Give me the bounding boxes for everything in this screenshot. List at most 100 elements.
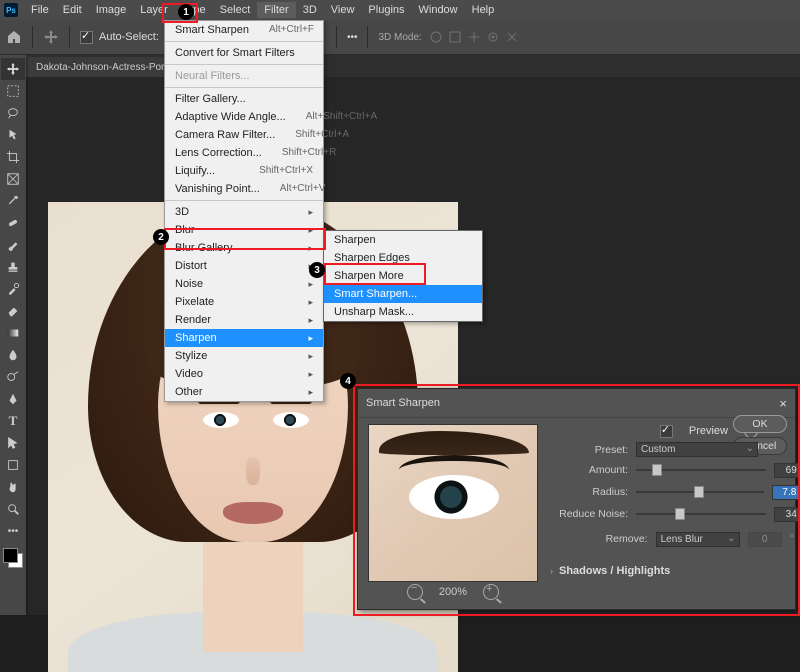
filter-other[interactable]: Other	[165, 383, 323, 401]
3d-icon[interactable]	[485, 29, 501, 45]
menu-window[interactable]: Window	[412, 2, 465, 18]
tool-pen[interactable]	[1, 388, 25, 410]
sharpen-sharpen[interactable]: Sharpen	[324, 231, 482, 249]
menu-edit[interactable]: Edit	[56, 2, 89, 18]
filter-gallery[interactable]: Filter Gallery...	[165, 90, 323, 108]
tool-move[interactable]	[1, 58, 25, 80]
sharpen-submenu: Sharpen Sharpen Edges Sharpen More Smart…	[323, 230, 483, 322]
menu-filter[interactable]: Filter	[257, 2, 295, 18]
filter-sharpen[interactable]: Sharpen	[165, 329, 323, 347]
toolbox: T •••	[0, 55, 26, 615]
tool-type[interactable]: T	[1, 410, 25, 432]
menu-select[interactable]: Select	[213, 2, 258, 18]
filter-stylize[interactable]: Stylize	[165, 347, 323, 365]
filter-vanishing[interactable]: Vanishing Point...Alt+Ctrl+V	[165, 180, 323, 198]
menu-plugins[interactable]: Plugins	[361, 2, 411, 18]
menu-bar: Ps File Edit Image Layer Type Select Fil…	[0, 0, 800, 20]
3d-icon[interactable]	[504, 29, 520, 45]
tool-dodge[interactable]	[1, 366, 25, 388]
tool-eraser[interactable]	[1, 300, 25, 322]
filter-lens-correction[interactable]: Lens Correction...Shift+Ctrl+R	[165, 144, 323, 162]
remove-label: Remove:	[570, 533, 648, 545]
tool-stamp[interactable]	[1, 256, 25, 278]
tool-marquee[interactable]	[1, 80, 25, 102]
filter-pixelate[interactable]: Pixelate	[165, 293, 323, 311]
zoom-in-icon[interactable]	[483, 584, 499, 600]
home-icon[interactable]	[6, 29, 22, 45]
tool-history-brush[interactable]	[1, 278, 25, 300]
mode-3d-group	[428, 29, 520, 45]
3d-icon[interactable]	[466, 29, 482, 45]
sharpen-smart[interactable]: Smart Sharpen...	[324, 285, 482, 303]
zoom-level: 200%	[439, 586, 467, 598]
filter-wide-angle[interactable]: Adaptive Wide Angle...Alt+Shift+Ctrl+A	[165, 108, 323, 126]
amount-slider[interactable]	[636, 461, 766, 479]
sharpen-more[interactable]: Sharpen More	[324, 267, 482, 285]
mode-3d-label: 3D Mode:	[378, 32, 421, 43]
tool-eyedropper[interactable]	[1, 190, 25, 212]
noise-value[interactable]: 34	[774, 507, 800, 522]
tool-hand[interactable]	[1, 476, 25, 498]
menu-file[interactable]: File	[24, 2, 56, 18]
filter-distort[interactable]: Distort	[165, 257, 323, 275]
tool-gradient[interactable]	[1, 322, 25, 344]
smart-sharpen-dialog: Smart Sharpen × OK Cancel 200% Preview	[357, 388, 796, 610]
radius-label: Radius:	[550, 486, 628, 498]
options-bar: Auto-Select: Layer ••• 3D Mode:	[0, 20, 800, 55]
filter-noise[interactable]: Noise	[165, 275, 323, 293]
filter-camera-raw[interactable]: Camera Raw Filter...Shift+Ctrl+A	[165, 126, 323, 144]
tool-heal[interactable]	[1, 212, 25, 234]
sharpen-edges[interactable]: Sharpen Edges	[324, 249, 482, 267]
filter-convert-smart[interactable]: Convert for Smart Filters	[165, 44, 323, 62]
menu-view[interactable]: View	[324, 2, 362, 18]
remove-select[interactable]: Lens Blur	[656, 532, 740, 547]
move-tool-icon	[43, 29, 59, 45]
menu-3d[interactable]: 3D	[296, 2, 324, 18]
ok-button[interactable]: OK	[733, 415, 787, 433]
auto-select-label: Auto-Select:	[99, 31, 159, 43]
auto-select-checkbox[interactable]	[80, 31, 93, 44]
filter-blur-gallery[interactable]: Blur Gallery	[165, 239, 323, 257]
chevron-right-icon[interactable]: ›	[550, 566, 553, 576]
3d-icon[interactable]	[428, 29, 444, 45]
tool-more[interactable]: •••	[1, 520, 25, 542]
radius-slider[interactable]	[636, 483, 764, 501]
filter-neural[interactable]: Neural Filters...	[165, 67, 323, 85]
radius-value[interactable]: 7.8	[772, 485, 800, 500]
filter-liquify[interactable]: Liquify...Shift+Ctrl+X	[165, 162, 323, 180]
tool-select[interactable]	[1, 124, 25, 146]
step-badge-1: 1	[178, 4, 194, 20]
noise-slider[interactable]	[636, 505, 766, 523]
filter-render[interactable]: Render	[165, 311, 323, 329]
amount-label: Amount:	[550, 464, 628, 476]
3d-icon[interactable]	[447, 29, 463, 45]
filter-blur[interactable]: Blur	[165, 221, 323, 239]
separator	[367, 26, 368, 48]
filter-video[interactable]: Video	[165, 365, 323, 383]
filter-last[interactable]: Smart SharpenAlt+Ctrl+F	[165, 21, 323, 39]
shadows-highlights-toggle[interactable]: Shadows / Highlights	[559, 565, 670, 577]
tool-crop[interactable]	[1, 146, 25, 168]
tool-lasso[interactable]	[1, 102, 25, 124]
tool-blur[interactable]	[1, 344, 25, 366]
more-icon[interactable]: •••	[347, 32, 358, 43]
preset-label: Preset:	[550, 444, 628, 456]
close-icon[interactable]: ×	[779, 396, 787, 411]
tool-brush[interactable]	[1, 234, 25, 256]
menu-image[interactable]: Image	[89, 2, 134, 18]
angle-value[interactable]: 0	[748, 532, 782, 547]
menu-help[interactable]: Help	[465, 2, 502, 18]
amount-value[interactable]: 69	[774, 463, 800, 478]
tool-shape[interactable]	[1, 454, 25, 476]
tool-zoom[interactable]	[1, 498, 25, 520]
filter-3d[interactable]: 3D	[165, 203, 323, 221]
tool-frame[interactable]	[1, 168, 25, 190]
swatches[interactable]	[3, 548, 23, 568]
tool-path[interactable]	[1, 432, 25, 454]
sharpen-unsharp[interactable]: Unsharp Mask...	[324, 303, 482, 321]
zoom-out-icon[interactable]	[407, 584, 423, 600]
app-icon: Ps	[4, 3, 18, 17]
menu-layer[interactable]: Layer	[133, 2, 175, 18]
preset-select[interactable]: Custom	[636, 442, 758, 457]
preview-checkbox[interactable]	[660, 425, 673, 438]
